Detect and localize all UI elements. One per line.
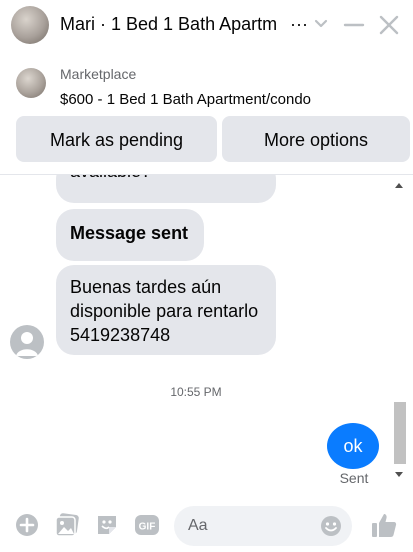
message-text: Buenas tardes aún disponible para rentar… [70, 277, 259, 345]
scroll-down-arrow-icon[interactable] [392, 466, 406, 482]
message-bubble: Message sent [56, 209, 204, 261]
chat-window: Mari · 1 Bed 1 Bath Apartm ··· Marketpla… [0, 0, 413, 552]
image-icon[interactable] [54, 512, 80, 538]
plus-icon[interactable] [14, 512, 40, 538]
message-bubble: Buenas tardes aún disponible para rentar… [56, 265, 276, 355]
message-bubble: available? [56, 175, 276, 203]
close-icon[interactable] [376, 12, 402, 38]
marketplace-card: Marketplace $600 - 1 Bed 1 Bath Apartmen… [0, 52, 413, 175]
scrollbar-thumb[interactable] [394, 402, 406, 464]
message-list[interactable]: available? Message sent Buenas tardes aú… [0, 175, 392, 495]
scroll-up-arrow-icon[interactable] [392, 178, 406, 194]
more-options-button[interactable]: More options [222, 116, 410, 162]
message-text: available? [70, 175, 151, 183]
composer-bar: GIF Aa [0, 500, 413, 552]
chat-title[interactable]: Mari · 1 Bed 1 Bath Apartm [60, 14, 300, 35]
contact-avatar[interactable] [11, 6, 49, 44]
sender-avatar[interactable] [10, 325, 44, 359]
chevron-down-icon[interactable] [313, 17, 329, 31]
emoji-icon[interactable] [320, 515, 342, 537]
chat-header[interactable]: Mari · 1 Bed 1 Bath Apartm ··· [0, 0, 413, 52]
message-timestamp: 10:55 PM [170, 385, 222, 399]
thumbs-up-icon[interactable] [370, 511, 398, 539]
listing-thumbnail[interactable] [16, 68, 46, 98]
message-input[interactable]: Aa [174, 506, 352, 546]
title-ellipsis: ··· [290, 14, 308, 34]
outgoing-message-bubble: ok [327, 423, 379, 469]
message-text: Message sent [70, 223, 189, 243]
mark-as-pending-button[interactable]: Mark as pending [16, 116, 217, 162]
marketplace-label: Marketplace [60, 66, 137, 82]
gif-icon[interactable]: GIF [134, 512, 160, 538]
sent-status: Sent [339, 470, 369, 486]
default-avatar-icon [16, 332, 38, 356]
sticker-icon[interactable] [94, 512, 120, 538]
minimize-icon[interactable] [343, 12, 365, 38]
listing-title[interactable]: $600 - 1 Bed 1 Bath Apartment/condo [60, 91, 311, 108]
message-input-placeholder: Aa [188, 517, 208, 534]
svg-text:GIF: GIF [139, 522, 156, 533]
